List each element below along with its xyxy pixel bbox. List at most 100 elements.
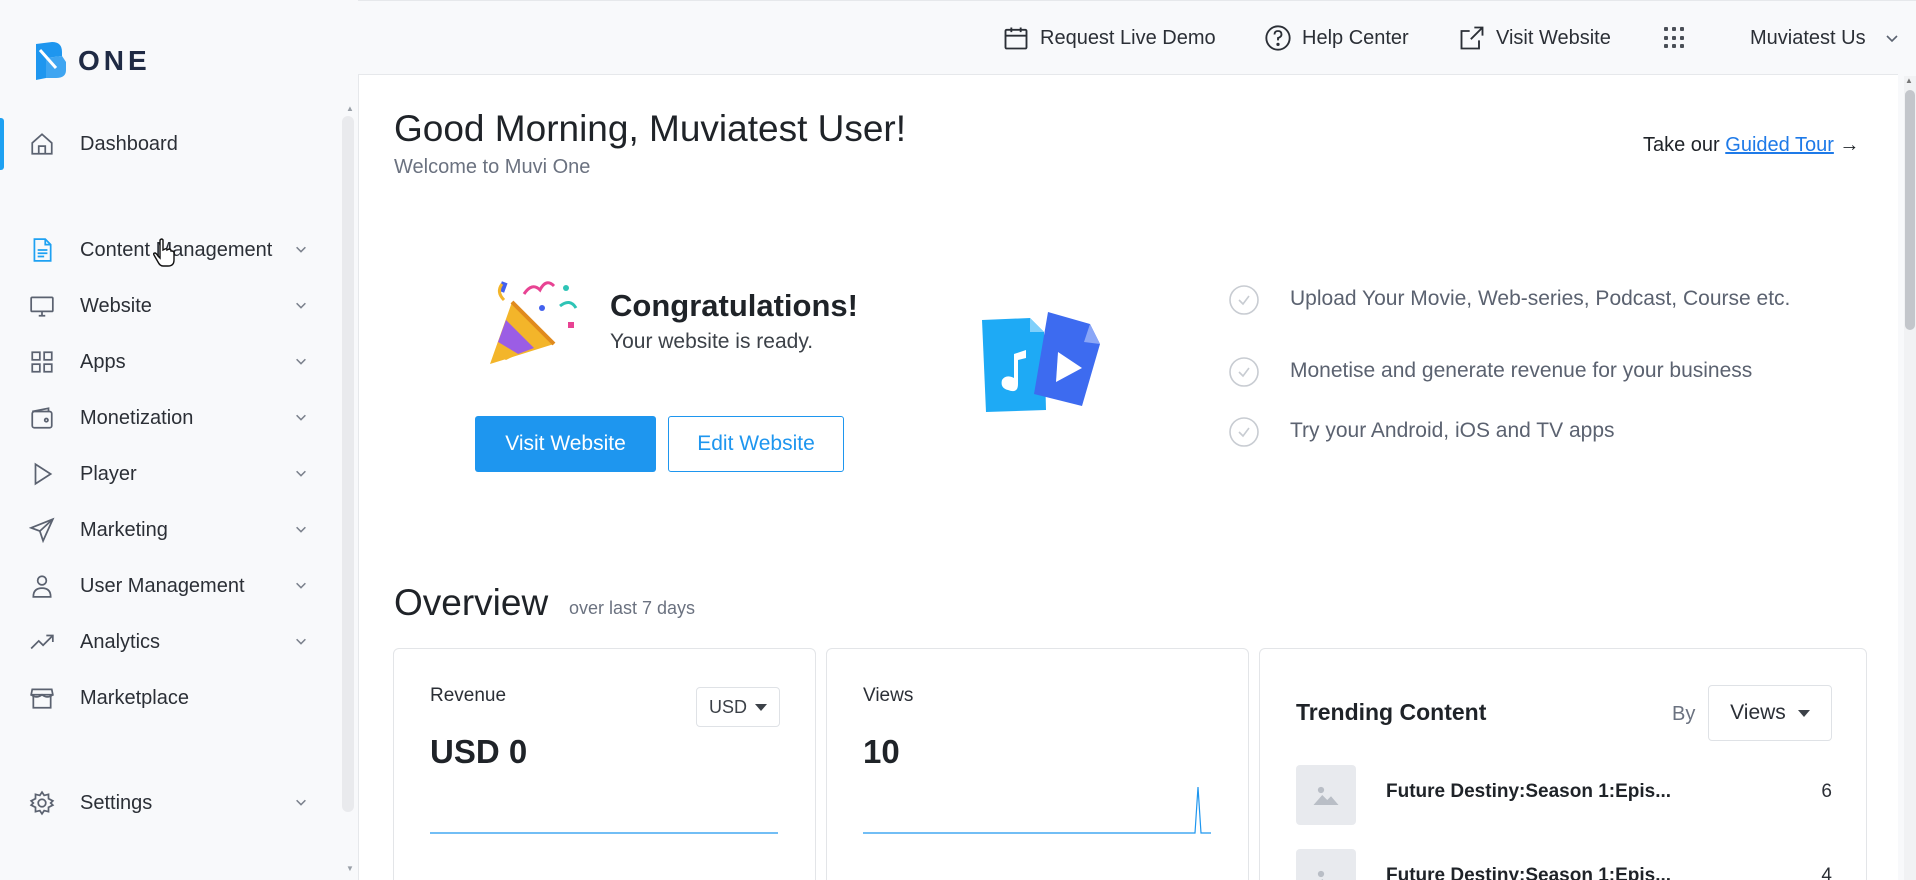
views-sparkline [863,786,1211,834]
tour-prefix: Take our [1643,134,1726,156]
views-value: 10 [863,733,900,770]
send-icon [28,516,56,544]
sidebar-item-label: Content Management [80,238,273,261]
gear-icon [28,789,56,817]
logo-text: ONE [78,45,151,76]
sidebar-item-marketplace[interactable]: Marketplace [0,672,330,724]
trending-sort-select[interactable]: Views [1708,685,1832,741]
chevron-down-icon [1886,35,1898,43]
content-title: Future Destiny:Season 1:Epis... [1386,865,1672,880]
trending-card: Trending Content By Views Future Destiny… [1259,648,1867,880]
chevron-down-icon [294,795,310,811]
external-link-icon [1460,26,1484,50]
sidebar-item-apps[interactable]: Apps [0,336,330,388]
sidebar-item-label: Website [80,294,152,317]
check-circle-icon [1229,285,1259,315]
user-icon [28,572,56,600]
list-item[interactable]: Future Destiny:Season 1:Epis... 4 [1296,849,1832,880]
chevron-down-icon [294,466,310,482]
content-count: 6 [1821,781,1832,802]
monitor-icon [28,292,56,320]
chevron-down-icon [294,242,310,258]
guided-tour: Take our Guided Tour → [1643,134,1859,157]
help-center-link[interactable]: Help Center [1264,23,1409,53]
congrats-title: Congratulations! [610,288,858,323]
sidebar-item-label: Marketplace [80,686,189,709]
help-circle-icon [1265,25,1291,51]
guided-tour-link[interactable]: Guided Tour [1725,134,1834,156]
list-item[interactable]: Future Destiny:Season 1:Epis... 6 [1296,765,1832,825]
sidebar-item-monetization[interactable]: Monetization [0,392,330,444]
caret-down-icon [755,703,767,711]
main-scrollbar-thumb[interactable] [1905,90,1915,330]
chevron-down-icon [294,354,310,370]
grid-icon [28,348,56,376]
store-icon [28,684,56,712]
request-demo-link[interactable]: Request Live Demo [1002,23,1216,53]
sidebar-item-website[interactable]: Website [0,280,330,332]
sidebar-scroll-up-icon[interactable]: ▲ [346,104,354,113]
chevron-down-icon [294,522,310,538]
sidebar-item-label: User Management [80,574,245,597]
currency-select[interactable]: USD [696,687,780,727]
sidebar-item-label: Dashboard [80,132,178,155]
user-menu[interactable]: Muviatest Us [1750,23,1900,53]
check-circle-icon [1229,357,1259,387]
apps-grid-icon[interactable] [1664,27,1686,49]
congrats-subtitle: Your website is ready. [610,330,814,353]
home-icon [28,130,56,158]
chevron-down-icon [294,298,310,314]
page-title: Good Morning, Muviatest User! [394,108,907,149]
sidebar-item-analytics[interactable]: Analytics [0,616,330,668]
arrow-right-icon: → [1839,134,1860,156]
revenue-card: Revenue USD USD 0 [393,648,816,880]
party-popper-icon [490,281,578,364]
help-center-label: Help Center [1302,26,1409,49]
media-files-icon [982,312,1100,412]
visit-website-button[interactable]: Visit Website [475,416,656,472]
sidebar-scrollbar[interactable] [342,116,354,812]
trending-sort-value: Views [1730,701,1786,724]
chevron-down-icon [294,634,310,650]
checklist-text: Upload Your Movie, Web-series, Podcast, … [1290,287,1791,310]
play-icon [28,460,56,488]
visit-website-label: Visit Website [1496,26,1611,49]
checklist-item: Try your Android, iOS and TV apps [1228,416,1615,448]
chevron-down-icon [294,410,310,426]
sidebar-item-label: Settings [80,791,153,814]
sidebar-item-label: Apps [80,350,126,373]
checklist-text: Try your Android, iOS and TV apps [1290,419,1615,442]
main-scroll-up-icon[interactable]: ▲ [1905,76,1913,85]
sidebar-scroll-down-icon[interactable]: ▼ [346,864,354,873]
sidebar-item-label: Marketing [80,518,168,541]
sidebar-item-label: Analytics [80,630,161,653]
calendar-icon [1004,27,1028,50]
sidebar-item-marketing[interactable]: Marketing [0,504,330,556]
sidebar: ONE Dashboard Content Management Website… [0,0,358,880]
check-circle-icon [1229,417,1259,447]
edit-website-button[interactable]: Edit Website [668,416,844,472]
revenue-value: USD 0 [430,733,528,770]
sidebar-item-label: Monetization [80,406,194,429]
page-subtitle: Welcome to Muvi One [394,156,591,178]
revenue-sparkline [430,832,778,834]
image-placeholder-icon [1296,849,1356,880]
overview-title: Overview [394,582,549,623]
image-placeholder-icon [1296,765,1356,825]
content-count: 4 [1821,865,1832,880]
top-bar: Request Live Demo Help Center Visit Webs… [358,0,1916,74]
views-label: Views [863,685,914,706]
checklist-item: Upload Your Movie, Web-series, Podcast, … [1228,284,1790,316]
sidebar-item-user-management[interactable]: User Management [0,560,330,612]
caret-down-icon [1797,709,1810,717]
currency-value: USD [708,696,747,717]
sidebar-item-settings[interactable]: Settings [0,777,330,829]
visit-website-link[interactable]: Visit Website [1458,23,1611,53]
sidebar-item-player[interactable]: Player [0,448,330,500]
overview-period: over last 7 days [569,598,696,618]
sidebar-item-dashboard[interactable]: Dashboard [0,118,330,170]
muvi-logo-icon [36,42,66,80]
trending-by-label: By [1672,703,1696,725]
request-demo-label: Request Live Demo [1040,26,1216,49]
muvi-logo[interactable]: ONE [32,40,151,82]
